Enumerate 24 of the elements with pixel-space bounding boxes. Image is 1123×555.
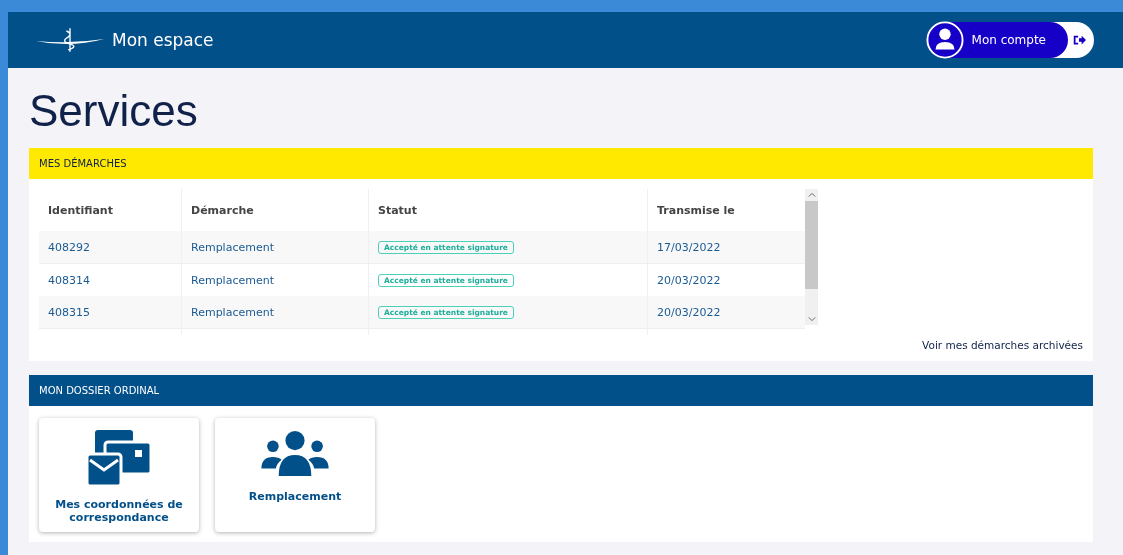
tile-label: Mes coordonnées de correspondance: [54, 498, 184, 524]
table-cell: Remplacement: [181, 231, 369, 264]
envelope-card-icon: [87, 430, 151, 486]
group-icon: [261, 430, 329, 478]
tile-label: Remplacement: [247, 490, 343, 503]
table-cell: Remplacement: [181, 296, 369, 329]
service-tile[interactable]: Remplacement: [215, 418, 375, 532]
account-button[interactable]: Mon compte: [926, 22, 1068, 58]
service-tile[interactable]: Mes coordonnées de correspondance: [39, 418, 199, 532]
table-cell: 408315: [39, 296, 182, 329]
table-cell: 408292: [39, 231, 182, 264]
column-header: Identifiant: [39, 189, 182, 231]
scroll-down-icon[interactable]: [807, 316, 816, 322]
user-avatar-icon: [925, 21, 964, 59]
section-header: MES DÉMARCHES: [29, 148, 1093, 179]
page-title: Services: [29, 85, 199, 137]
app-title: Mon espace: [112, 30, 214, 50]
scrollbar[interactable]: [805, 189, 818, 325]
logout-icon: [1072, 33, 1086, 47]
table-cell: 17/03/2022: [647, 231, 805, 264]
scroll-up-icon[interactable]: [807, 192, 816, 198]
table-cell: 20/03/2022: [647, 296, 805, 329]
archive-link[interactable]: Voir mes démarches archivées: [39, 339, 1083, 351]
section-header: MON DOSSIER ORDINAL: [29, 375, 1093, 406]
